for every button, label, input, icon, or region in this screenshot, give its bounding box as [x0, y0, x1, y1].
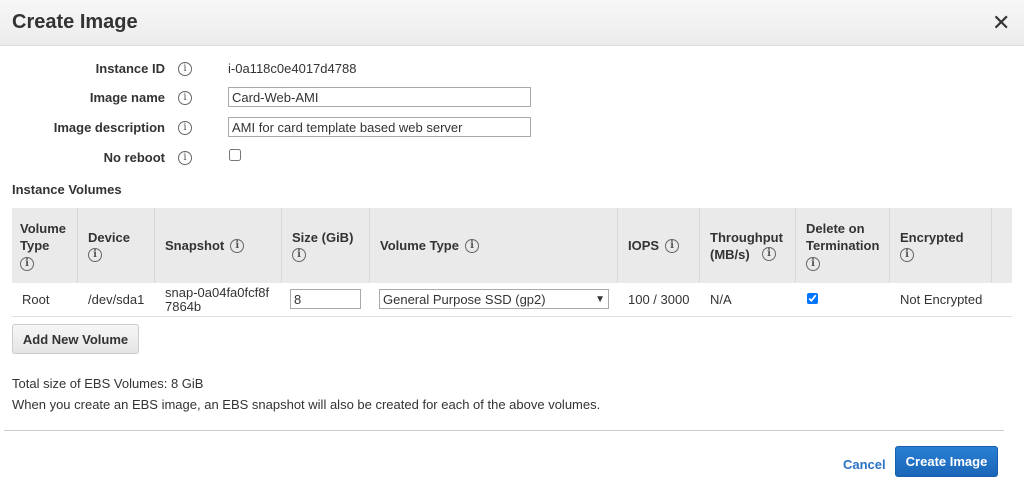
- info-icon[interactable]: i: [806, 256, 820, 271]
- info-icon[interactable]: i: [178, 151, 192, 165]
- cell-throughput: N/A: [710, 292, 732, 307]
- info-icon[interactable]: i: [178, 91, 192, 105]
- add-new-volume-button[interactable]: Add New Volume: [12, 324, 139, 354]
- col-type: Volume Type i: [372, 208, 618, 283]
- cell-iops: 100 / 3000: [628, 292, 690, 307]
- snapshot-note: When you create an EBS image, an EBS sna…: [12, 397, 601, 412]
- info-icon[interactable]: i: [464, 238, 479, 253]
- cell-device: /dev/sda1: [88, 292, 145, 307]
- info-icon[interactable]: i: [178, 121, 192, 135]
- col-size: Size (GiB) i: [284, 208, 370, 283]
- instance-id-value: i-0a118c0e4017d4788: [228, 61, 357, 76]
- section-title: Instance Volumes: [12, 182, 122, 197]
- instance-id-label: Instance ID: [95, 61, 165, 76]
- info-icon[interactable]: i: [178, 62, 192, 76]
- info-icon[interactable]: i: [665, 238, 680, 253]
- info-icon[interactable]: i: [88, 248, 102, 263]
- cancel-link[interactable]: Cancel: [843, 457, 886, 472]
- cell-encrypted: Not Encrypted: [900, 292, 983, 307]
- image-description-label: Image description: [53, 120, 165, 135]
- dropdown-arrow-icon: ▼: [595, 293, 605, 305]
- total-size-text: Total size of EBS Volumes: 8 GiB: [12, 376, 204, 391]
- image-name-input[interactable]: [228, 87, 531, 107]
- no-reboot-checkbox[interactable]: [229, 149, 241, 161]
- col-volume-type: Volume Type i: [12, 208, 78, 283]
- cell-volume-type: Root: [22, 292, 50, 307]
- info-icon[interactable]: i: [230, 238, 245, 253]
- image-name-label: Image name: [89, 90, 165, 105]
- col-encrypted: Encrypted i: [892, 208, 992, 283]
- dialog-title: Create Image: [12, 11, 138, 33]
- no-reboot-label: No reboot: [103, 150, 165, 165]
- footer-divider: [4, 430, 1004, 431]
- col-throughput: Throughput (MB/s) i: [702, 208, 796, 283]
- info-icon[interactable]: i: [900, 248, 914, 263]
- volume-type-select[interactable]: General Purpose SSD (gp2) ▼: [379, 289, 609, 309]
- image-description-input[interactable]: [228, 117, 531, 137]
- size-input[interactable]: [290, 289, 361, 309]
- delete-on-termination-checkbox[interactable]: [807, 293, 818, 304]
- create-image-button[interactable]: Create Image: [895, 446, 998, 477]
- dialog-header: [0, 0, 1024, 46]
- info-icon[interactable]: i: [20, 256, 34, 271]
- col-snapshot: Snapshot i: [157, 208, 282, 283]
- close-icon[interactable]: ✕: [992, 10, 1010, 36]
- info-icon[interactable]: i: [292, 248, 306, 263]
- col-delete-on-termination: Delete on Termination i: [798, 208, 890, 283]
- info-icon[interactable]: i: [762, 247, 776, 261]
- col-iops: IOPS i: [620, 208, 700, 283]
- col-device: Device i: [80, 208, 155, 283]
- cell-snapshot: snap-0a04fa0fcf8f7864b: [165, 285, 270, 314]
